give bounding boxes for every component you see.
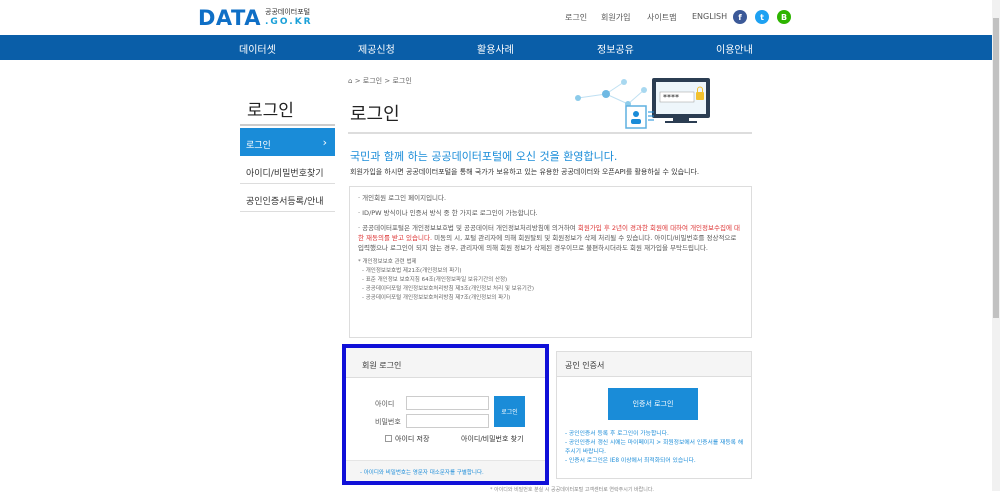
lnb-item-label: 로그인 [246,141,271,151]
breadcrumb-item: 로그인 [392,77,412,85]
law-title: * 개인정보보호 관련 법제 [358,259,417,266]
header: DATA 공공데이터포털 .GO.KR 로그인 회원가입 사이트맵 ENGLIS… [0,0,992,35]
cert-login-panel: 공인 인증서 인증서 로그인 - 공인인증서 등록 후 로그인이 가능합니다. … [556,351,752,479]
find-account-link[interactable]: 아이디/비밀번호 찾기 [461,434,524,444]
password-input[interactable] [406,414,489,428]
welcome-description: 회원가입을 하시면 공공데이터포털을 통해 국가가 보유하고 있는 유용한 공공… [350,168,700,176]
gnb-cases[interactable]: 활용사례 [477,41,514,56]
id-input[interactable] [406,396,489,410]
breadcrumb: ⌂ > 로그인 > 로그인 [348,76,412,86]
node-dot [641,87,647,93]
util-link-login[interactable]: 로그인 [565,12,587,23]
gnb-guide[interactable]: 이용안내 [716,41,753,56]
facebook-icon[interactable]: f [733,10,747,24]
notice-item: · 개인회원 로그인 페이지입니다. [358,194,447,202]
page-title: 로그인 [350,104,400,125]
law-item: - 개인정보보호법 제21조(개인정보의 파기) [362,268,462,275]
logo-main-text: DATA [198,6,262,30]
member-login-panel: 회원 로그인 아이디 비밀번호 로그인 아이디 저장 아이디/비밀번호 찾기 -… [342,344,549,485]
lnb-divider [240,124,335,126]
welcome-heading: 국민과 함께 하는 공공데이터포털에 오신 것을 환영합니다. [350,150,618,163]
logo-sub-domain: .GO.KR [265,17,313,27]
node-dot [575,95,581,101]
notice-box: · 개인회원 로그인 페이지입니다. · ID/PW 방식이나 인증서 방식 중… [349,186,752,338]
home-icon[interactable]: ⌂ [348,77,352,85]
blog-icon[interactable]: B [777,10,791,24]
scroll-thumb[interactable] [993,18,999,318]
lock-icon [696,92,704,100]
member-login-title: 회원 로그인 [346,348,545,378]
member-login-note: - 아이디와 비밀번호는 영문자 대소문자를 구별합니다. [346,460,545,481]
password-label: 비밀번호 [375,418,401,426]
lnb-item-label: 공인인증서등록/안내 [246,197,324,207]
gnb-dataset[interactable]: 데이터셋 [239,41,276,56]
law-item: - 공공데이터포털 개인정보보호처리방침 제7조(개인정보의 파기) [362,294,511,301]
title-divider [348,132,752,134]
lnb-item-cert-register[interactable]: 공인인증서등록/안내 [240,184,335,212]
util-link-sitemap[interactable]: 사이트맵 [647,12,676,23]
bottom-note: * 아이디와 비밀번호 분실 시 공공데이터포털 고객센터로 연락주시기 바랍니… [490,487,655,493]
save-id-checkbox[interactable] [385,435,392,442]
cert-note: - 공인인증서 등록 후 로그인이 가능합니다. [565,431,669,437]
node-dot [602,90,610,98]
twitter-icon[interactable]: t [755,10,769,24]
password-mask: **** [663,93,679,102]
node-dot [621,79,627,85]
cert-login-button[interactable]: 인증서 로그인 [608,388,698,420]
cert-login-title: 공인 인증서 [557,352,751,377]
logo-sub-title: 공공데이터포털 [265,8,311,16]
util-link-english[interactable]: ENGLISH [692,12,727,21]
cert-note: - 공인인증서 갱신 시에는 마이페이지 > 회원정보에서 인증서를 재등록 해… [565,439,744,455]
law-list: * 개인정보보호 관련 법제 - 개인정보보호법 제21조(개인정보의 파기) … [358,258,743,302]
id-label: 아이디 [375,400,395,408]
notice-item: · ID/PW 방식이나 인증서 방식 중 한 가지로 로그인이 가능합니다. [358,209,538,218]
chevron-right-icon: › [322,136,327,149]
logo-sub: 공공데이터포털 .GO.KR [265,9,313,27]
breadcrumb-sep: > [354,77,361,85]
page-scrollbar[interactable] [992,0,1000,491]
cert-notes: - 공인인증서 등록 후 로그인이 가능합니다. - 공인인증서 갱신 시에는 … [565,430,745,466]
gnb-info[interactable]: 정보공유 [597,41,634,56]
login-button[interactable]: 로그인 [494,396,525,427]
login-illustration: **** [575,78,710,129]
lnb-title: 로그인 [247,101,294,121]
save-id-label[interactable]: 아이디 저장 [395,434,429,444]
breadcrumb-item[interactable]: 로그인 [363,77,382,85]
notice-item: · 공공데이터포털은 개인정보보호법 및 공공데이터 개인정보처리방침에 의거하… [358,224,740,253]
site-logo[interactable]: DATA 공공데이터포털 .GO.KR [198,6,313,30]
law-item: - 표준 개인정보 보호지침 64조(개인정보파일 보유기간의 산정) [362,276,508,283]
lnb-item-login[interactable]: 로그인 › [240,128,335,156]
lnb-item-find-account[interactable]: 아이디/비밀번호찾기 [240,156,335,184]
util-link-signup[interactable]: 회원가입 [601,12,630,23]
lnb-item-label: 아이디/비밀번호찾기 [246,169,324,179]
breadcrumb-sep: > [384,77,391,85]
law-item: - 공공데이터포털 개인정보보호처리방침 제3조(개인정보 처리 및 보유기간) [362,285,535,292]
global-nav: 데이터셋 제공신청 활용사례 정보공유 이용안내 [0,35,992,60]
gnb-request[interactable]: 제공신청 [358,41,395,56]
cert-note: - 인증서 로그인은 IE8 이상에서 최적화되어 있습니다. [565,457,696,464]
